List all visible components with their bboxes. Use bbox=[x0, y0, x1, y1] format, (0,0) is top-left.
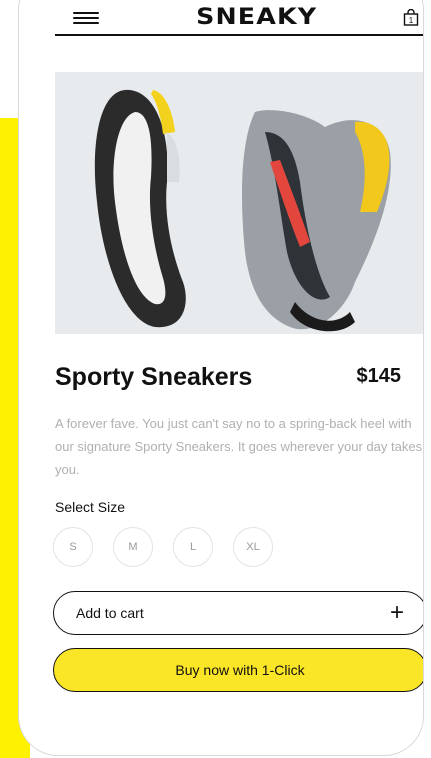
brand-logo[interactable]: SNEAKY bbox=[196, 5, 317, 30]
product-price: $145 bbox=[356, 365, 402, 387]
size-option-m[interactable]: M bbox=[113, 527, 153, 567]
product-description: A forever fave. You just can't say no to… bbox=[55, 416, 423, 477]
product-title: Sporty Sneakers bbox=[55, 363, 253, 391]
sneaker-sole-illustration bbox=[94, 89, 186, 328]
size-label: Select Size bbox=[55, 499, 126, 515]
top-bar: SNEAKY 1 bbox=[55, 5, 423, 36]
plus-icon: + bbox=[389, 599, 404, 626]
add-to-cart-button[interactable]: Add to cart + bbox=[53, 591, 423, 635]
hamburger-menu-icon[interactable] bbox=[73, 11, 99, 24]
buy-now-button[interactable]: Buy now with 1-Click bbox=[53, 648, 423, 692]
size-selector: S M L XL bbox=[53, 527, 273, 567]
size-option-xl[interactable]: XL bbox=[233, 527, 273, 567]
size-option-l[interactable]: L bbox=[173, 527, 213, 567]
shopping-bag-icon[interactable]: 1 bbox=[403, 9, 419, 26]
add-to-cart-label: Add to cart bbox=[76, 605, 144, 621]
sneaker-side-illustration bbox=[242, 110, 391, 332]
product-image bbox=[55, 72, 423, 334]
cart-count: 1 bbox=[409, 16, 414, 25]
size-option-s[interactable]: S bbox=[53, 527, 93, 567]
phone-frame: SNEAKY 1 Sporty Sneakers $145 A forever … bbox=[18, 0, 424, 756]
header-divider bbox=[55, 34, 423, 36]
